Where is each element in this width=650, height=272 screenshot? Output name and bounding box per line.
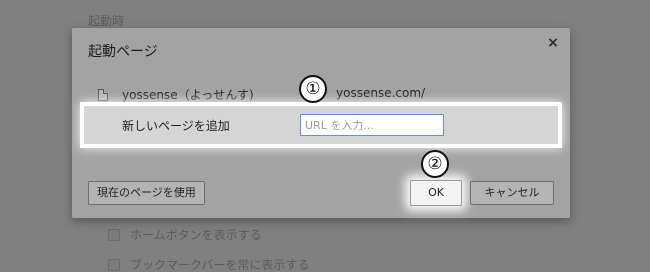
use-current-pages-button[interactable]: 現在のページを使用 [88, 181, 205, 205]
show-home-button-option[interactable]: ホームボタンを表示する [108, 226, 262, 243]
startup-page-name: yossense（よっせんす) [122, 88, 254, 102]
startup-page-item[interactable]: yossense（よっせんす) [98, 86, 254, 103]
ok-button[interactable]: OK [410, 180, 462, 206]
add-new-page-row: 新しいページを追加 [80, 102, 562, 148]
show-bookmarks-bar-option[interactable]: ブックマークバーを常に表示する [108, 256, 309, 272]
url-input[interactable] [300, 114, 444, 136]
checkbox-icon[interactable] [108, 258, 120, 271]
startup-page-url: yossense.com/ [336, 86, 426, 100]
close-icon[interactable]: × [546, 36, 560, 50]
option-label: ホームボタンを表示する [130, 228, 262, 242]
annotation-marker-1: ① [299, 75, 327, 103]
page-icon [98, 88, 108, 101]
option-label: ブックマークバーを常に表示する [130, 258, 310, 272]
settings-startup-heading: 起動時 [88, 14, 125, 28]
annotation-marker-2: ② [421, 150, 449, 178]
add-new-page-label: 新しいページを追加 [122, 119, 230, 133]
checkbox-icon[interactable] [108, 228, 120, 241]
cancel-button[interactable]: キャンセル [470, 181, 554, 205]
dialog-title: 起動ページ [88, 44, 158, 60]
